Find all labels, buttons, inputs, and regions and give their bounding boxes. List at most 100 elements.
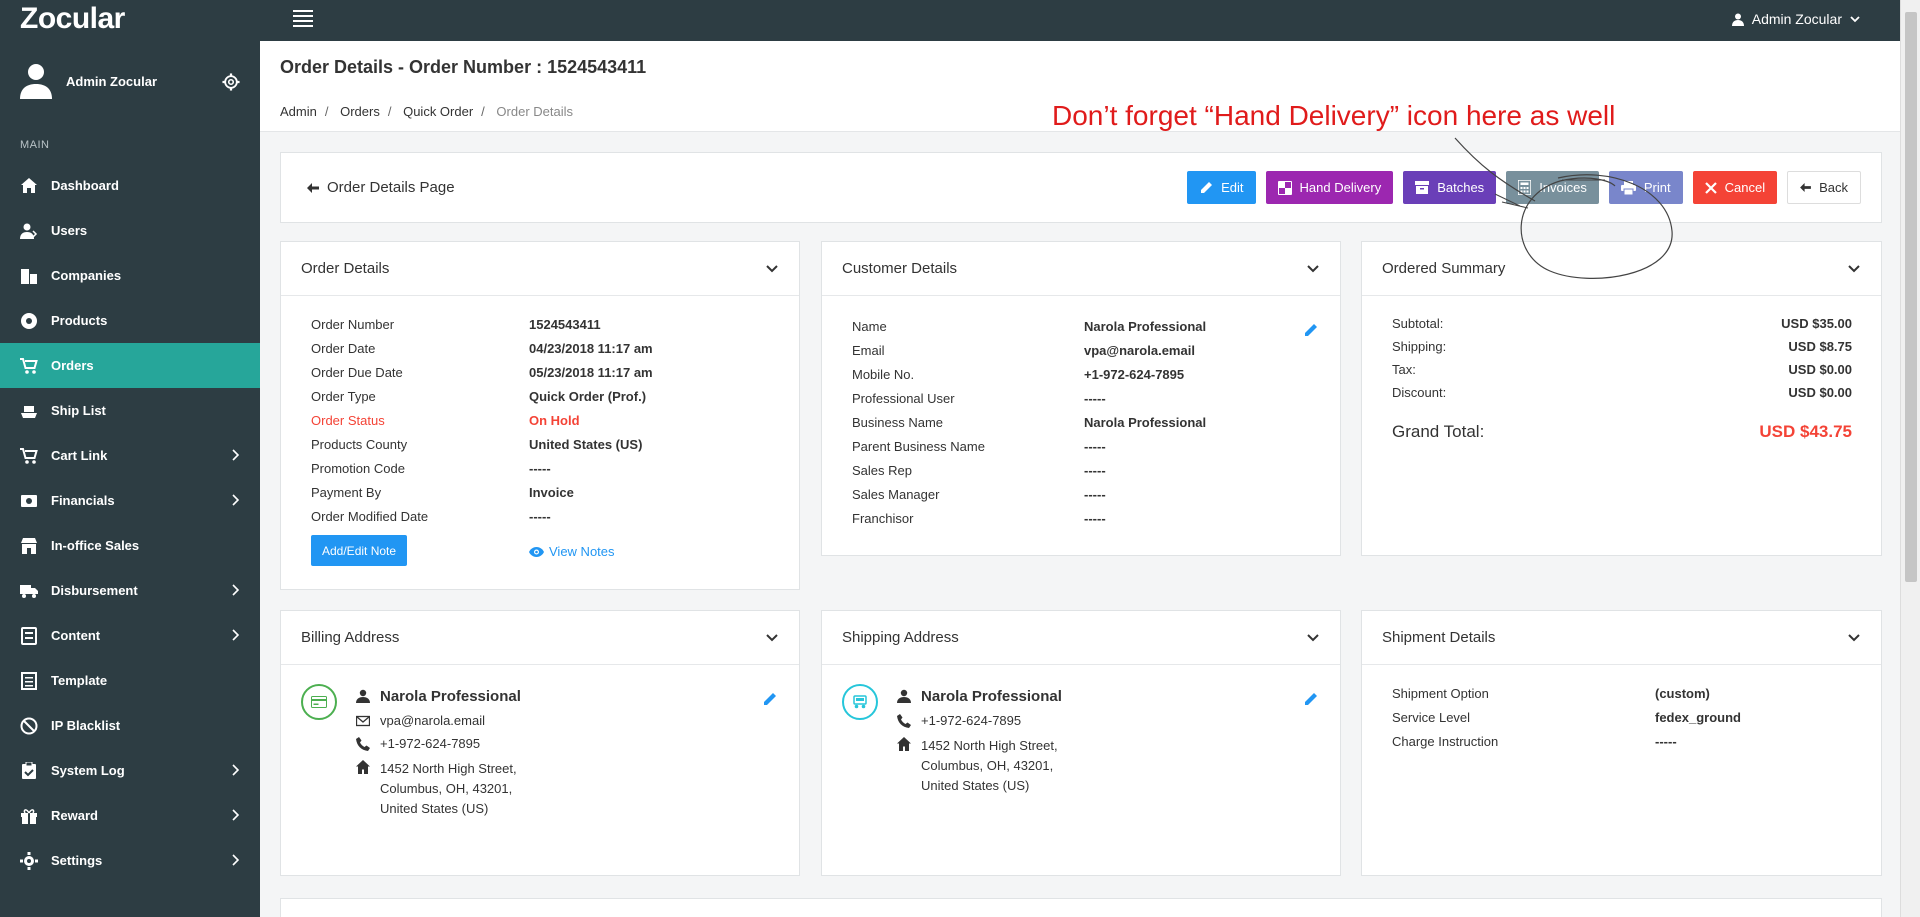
sidebar-item-financials[interactable]: Financials (0, 478, 260, 523)
chevron-down-icon[interactable] (1306, 262, 1320, 276)
invoices-label: Invoices (1539, 180, 1587, 195)
envelope-icon (356, 715, 370, 727)
sidebar-item-cart-link[interactable]: Cart Link (0, 433, 260, 478)
breadcrumb-quick-order[interactable]: Quick Order (403, 104, 473, 119)
home-icon (356, 760, 370, 774)
billing-address-title: Billing Address (301, 629, 400, 646)
page-title: Order Details - Order Number : 152454341… (280, 57, 647, 77)
shipment-detail-row: Shipment Option (custom) (1392, 681, 1852, 705)
sidebar-item-reward[interactable]: Reward (0, 793, 260, 838)
gear-icon[interactable] (222, 73, 240, 91)
customer-detail-key: Email (852, 342, 885, 358)
building-icon (20, 267, 38, 285)
customer-detail-row: Name Narola Professional (852, 314, 1322, 338)
edit-button[interactable]: Edit (1187, 171, 1256, 204)
chevron-down-icon[interactable] (1847, 631, 1861, 645)
summary-row: Shipping: USD $8.75 (1392, 335, 1852, 358)
sidebar-item-companies[interactable]: Companies (0, 253, 260, 298)
shipment-detail-value: fedex_ground (1655, 709, 1741, 725)
sidebar-item-template[interactable]: Template (0, 658, 260, 703)
chevron-down-icon[interactable] (765, 262, 779, 276)
summary-key: Shipping: (1392, 339, 1447, 354)
hand-delivery-button[interactable]: Hand Delivery (1265, 171, 1394, 204)
brand-logo[interactable]: Zocular (20, 2, 125, 36)
shipping-address-card: Shipping Address Narola Professional +1-… (821, 610, 1341, 876)
user-icon (1731, 13, 1744, 26)
customer-detail-value: vpa@narola.email (1084, 342, 1195, 358)
gift-icon (20, 807, 38, 825)
print-button[interactable]: Print (1608, 171, 1683, 204)
breadcrumb-admin[interactable]: Admin (280, 104, 317, 119)
sidebar-item-label: Template (51, 673, 108, 688)
summary-row: Subtotal: USD $35.00 (1392, 312, 1852, 335)
customer-detail-value: ----- (1084, 390, 1106, 406)
home-icon (897, 737, 911, 751)
sidebar-item-ship-list[interactable]: Ship List (0, 388, 260, 433)
cancel-button[interactable]: Cancel (1692, 171, 1778, 204)
content-icon (20, 626, 38, 645)
sidebar-item-disbursement[interactable]: Disbursement (0, 568, 260, 613)
back-button[interactable]: Back (1787, 171, 1861, 204)
sidebar-profile: Admin Zocular (20, 63, 157, 99)
sidebar-item-system-log[interactable]: System Log (0, 748, 260, 793)
sidebar-item-ip-blacklist[interactable]: IP Blacklist (0, 703, 260, 748)
edit-billing-pencil-icon[interactable] (762, 691, 778, 707)
page-scrollbar[interactable] (1900, 0, 1920, 917)
chevron-down-icon[interactable] (765, 631, 779, 645)
add-edit-note-button[interactable]: Add/Edit Note (311, 535, 408, 566)
print-icon (1620, 180, 1636, 195)
shipping-address-line2: Columbus, OH, 43201, (921, 758, 1054, 773)
customer-detail-key: Mobile No. (852, 366, 915, 382)
chevron-down-icon[interactable] (1847, 262, 1861, 276)
billing-address-lines: 1452 North High Street, Columbus, OH, 432… (380, 759, 517, 819)
sidebar-item-dashboard[interactable]: Dashboard (0, 163, 260, 208)
sidebar-item-label: Financials (51, 493, 115, 508)
grand-total-label: Grand Total: (1392, 422, 1485, 441)
page-label: Order Details Page (307, 179, 455, 196)
scrollbar-thumb[interactable] (1905, 12, 1917, 582)
order-detail-value: On Hold (529, 412, 580, 428)
sidebar: Admin Zocular MAIN Dashboard Users Compani… (0, 41, 260, 917)
shipping-truck-icon (842, 684, 878, 720)
chevron-down-icon[interactable] (1306, 631, 1320, 645)
sidebar-item-users[interactable]: Users (0, 208, 260, 253)
summary-value: USD $8.75 (1788, 339, 1852, 354)
billing-email: vpa@narola.email (380, 713, 485, 728)
shipment-details-card: Shipment Details Shipment Option (custom)… (1361, 610, 1882, 876)
sidebar-item-content[interactable]: Content (0, 613, 260, 658)
summary-value: USD $0.00 (1788, 385, 1852, 400)
order-detail-row: Products County United States (US) (311, 432, 781, 456)
customer-details-card: Customer Details Name Narola Professional… (821, 241, 1341, 556)
money-icon (20, 492, 38, 510)
shipment-detail-value: ----- (1655, 733, 1677, 749)
user-menu[interactable]: Admin Zocular (1731, 11, 1860, 27)
breadcrumb-orders[interactable]: Orders (340, 104, 380, 119)
batches-button[interactable]: Batches (1403, 171, 1497, 204)
edit-shipping-pencil-icon[interactable] (1303, 691, 1319, 707)
menu-toggle-icon[interactable] (293, 10, 313, 27)
summary-key: Tax: (1392, 362, 1416, 377)
view-notes-link[interactable]: View Notes (529, 544, 615, 559)
chevron-down-icon (1850, 16, 1860, 23)
action-buttons: Edit Hand Delivery Batches Invoices Prin… (1187, 171, 1861, 204)
order-detail-key: Products County (311, 436, 408, 452)
order-detail-value: ----- (529, 508, 551, 524)
chevron-right-icon (232, 584, 240, 596)
chevron-right-icon (232, 629, 240, 641)
invoices-button[interactable]: Invoices (1506, 171, 1599, 204)
billing-name: Narola Professional (380, 688, 521, 705)
sidebar-item-settings[interactable]: Settings (0, 838, 260, 883)
order-detail-row: Promotion Code ----- (311, 456, 781, 480)
sidebar-item-label: Products (51, 313, 108, 328)
store-icon (20, 537, 38, 555)
customer-detail-row: Professional User ----- (852, 386, 1322, 410)
ban-icon (20, 717, 38, 735)
sidebar-item-orders[interactable]: Orders (0, 343, 260, 388)
sidebar-item-products[interactable]: Products (0, 298, 260, 343)
shipment-details-list: Shipment Option (custom) Service Level fede… (1392, 681, 1852, 753)
view-notes-label: View Notes (549, 544, 615, 559)
customer-detail-value: +1-972-624-7895 (1084, 366, 1185, 382)
sidebar-item-in-office-sales[interactable]: In-office Sales (0, 523, 260, 568)
order-detail-value: 04/23/2018 11:17 am (529, 340, 653, 356)
customer-details-header: Customer Details (822, 242, 1340, 296)
